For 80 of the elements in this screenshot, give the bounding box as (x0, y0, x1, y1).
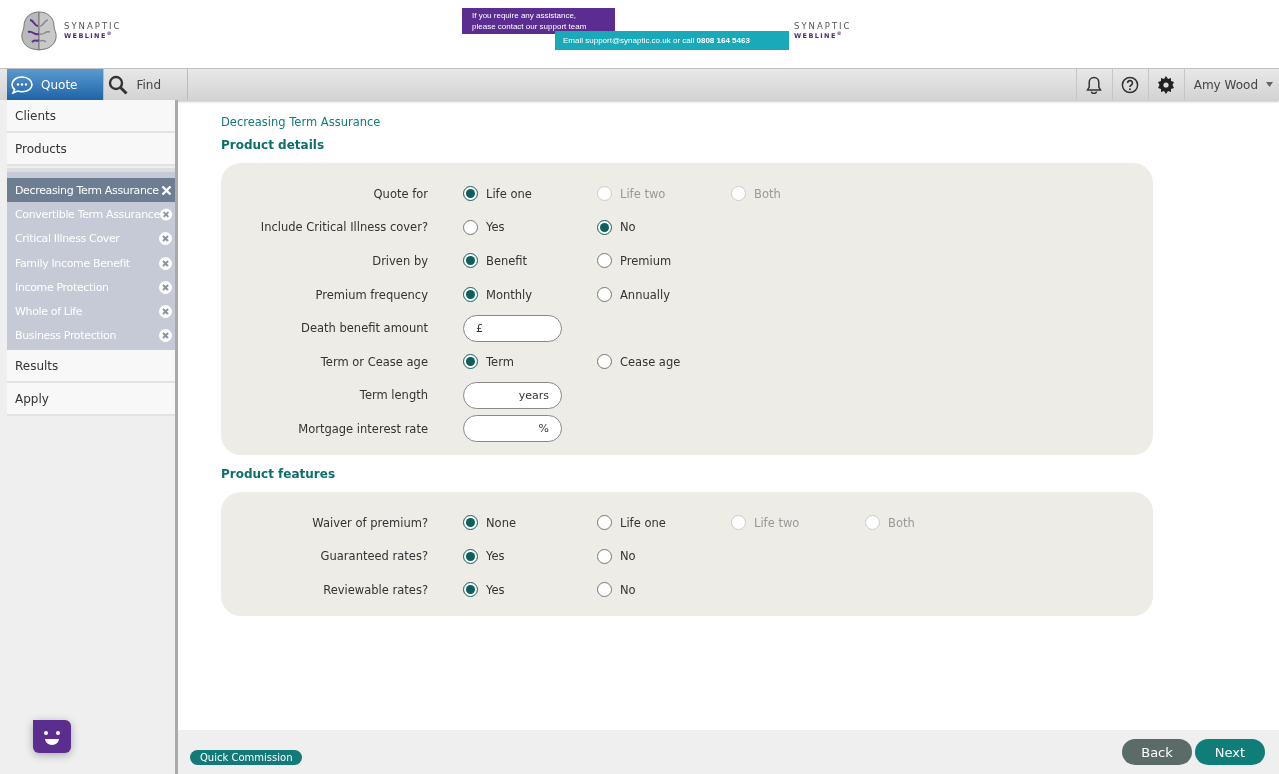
product-item[interactable]: Decreasing Term Assurance (7, 178, 175, 203)
logo-wordmark: SYNAPTIC (794, 22, 852, 31)
option-label: Both (754, 186, 781, 201)
radio-button[interactable] (597, 515, 612, 531)
option-label: Life one (620, 515, 666, 530)
caret-icon (1266, 82, 1273, 87)
radio-button[interactable] (597, 253, 612, 269)
remove-icon[interactable] (159, 256, 172, 270)
support-notice: If you require any assistance, please contact our support team (462, 8, 615, 34)
radio-button[interactable] (597, 219, 612, 235)
remove-icon[interactable] (159, 329, 172, 343)
option-label: Annually (620, 287, 670, 302)
breadcrumb: Decreasing Term Assurance (221, 115, 382, 129)
radio-button[interactable] (463, 253, 478, 269)
input-field[interactable]: % (463, 415, 562, 443)
field-label: Term or Cease age (319, 354, 429, 369)
support-contact: Email support@synaptic.co.uk or call 0808 164 5463 (555, 31, 789, 50)
remove-icon[interactable] (159, 305, 172, 319)
bell-icon[interactable] (1086, 75, 1103, 94)
chat-bubble-icon (11, 75, 33, 94)
user-menu[interactable]: Amy Wood (1183, 69, 1279, 100)
radio-button[interactable] (463, 287, 478, 303)
close-icon[interactable] (161, 184, 172, 196)
input-field[interactable]: years (463, 381, 562, 409)
option-label: Monthly (486, 287, 533, 302)
option-label: Yes (486, 549, 505, 564)
option-label: None (486, 515, 516, 530)
field-label: Term length (358, 388, 429, 403)
section-title: Product details (221, 138, 326, 152)
option-label: No (620, 220, 636, 235)
sidebar-item[interactable]: Clients (7, 100, 175, 133)
option-label: Yes (486, 220, 505, 235)
remove-icon[interactable] (159, 232, 172, 246)
back-button[interactable]: Back (1122, 739, 1192, 765)
field-label: Reviewable rates? (322, 582, 429, 597)
option-label: Yes (486, 582, 505, 597)
section-title: Product features (221, 466, 337, 481)
field-label: Death benefit amount (300, 321, 429, 336)
field-label: Quote for (372, 186, 429, 201)
option-label: Term (486, 354, 514, 369)
input-field[interactable]: £ (463, 314, 562, 342)
settings-icon[interactable] (1157, 75, 1176, 94)
option-label: Life one (486, 186, 532, 201)
remove-icon[interactable] (159, 207, 172, 221)
logo-wordmark: SYNAPTIC (64, 22, 122, 31)
field-label: Include Critical Illness cover? (259, 220, 429, 235)
radio-button[interactable] (597, 287, 612, 303)
option-label: Life two (620, 186, 666, 201)
option-label: Cease age (620, 354, 681, 369)
field-label: Driven by (371, 254, 429, 268)
option-label: No (620, 582, 636, 597)
option-label: Benefit (486, 254, 528, 268)
radio-button[interactable] (463, 582, 478, 598)
field-label: Mortgage interest rate (297, 421, 429, 436)
field-label: Waiver of premium? (311, 515, 429, 530)
option-label: Both (888, 515, 915, 530)
radio-button[interactable] (597, 354, 612, 370)
next-button[interactable]: Next (1195, 739, 1265, 765)
field-label: Guaranteed rates? (319, 549, 429, 564)
radio-button[interactable] (463, 515, 478, 531)
chatbot-button[interactable] (33, 720, 71, 753)
option-label: No (620, 549, 636, 564)
field-label: Premium frequency (314, 287, 429, 302)
radio-button[interactable] (463, 186, 478, 202)
quick-commission-button[interactable]: Quick Commission (190, 749, 303, 765)
radio-button[interactable] (463, 548, 478, 564)
radio-button[interactable] (463, 219, 478, 235)
radio-button[interactable] (597, 582, 612, 598)
brain-logo-icon (20, 10, 58, 52)
help-icon[interactable] (1121, 75, 1140, 94)
option-label: Premium (620, 254, 672, 268)
toolbar-tab[interactable]: Quote (7, 69, 105, 100)
sidebar-item[interactable]: Results (7, 350, 175, 384)
search-icon (108, 74, 129, 95)
radio-button[interactable] (597, 548, 612, 564)
radio-button[interactable] (463, 354, 478, 370)
sidebar-item[interactable]: Products (7, 133, 175, 166)
remove-icon[interactable] (159, 280, 172, 294)
sidebar-item[interactable]: Apply (7, 383, 175, 417)
option-label: Life two (754, 515, 800, 530)
